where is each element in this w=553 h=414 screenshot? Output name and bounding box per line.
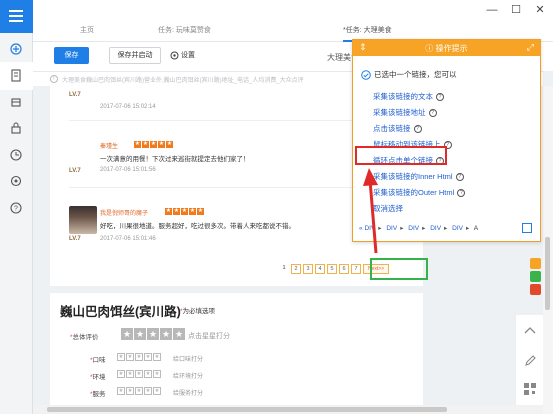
annotation-arrow <box>363 168 378 254</box>
